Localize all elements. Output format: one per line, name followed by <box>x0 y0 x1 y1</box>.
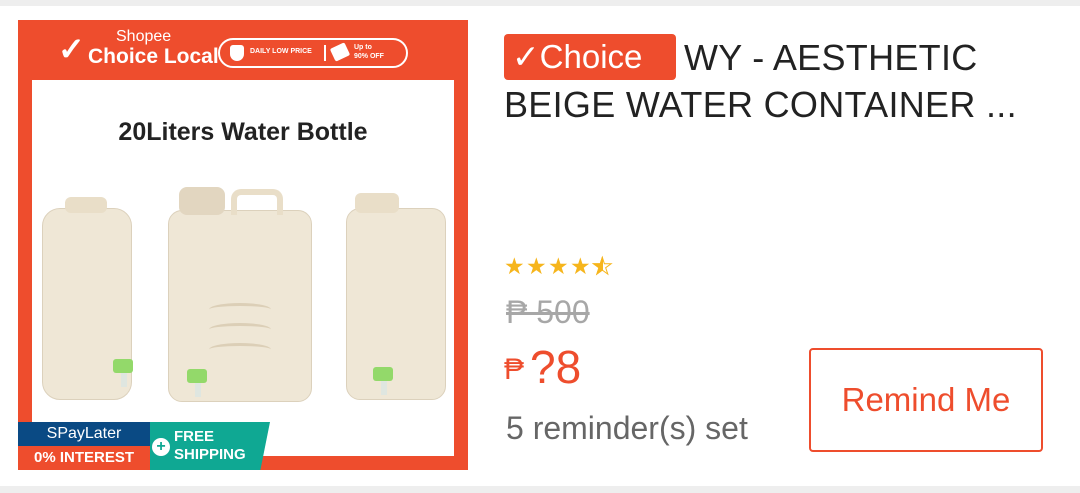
promo-right-line2: 90% OFF <box>354 53 384 60</box>
image-title: 20Liters Water Bottle <box>118 118 368 146</box>
promo-right-line1: Up to <box>354 44 372 51</box>
bottle-wave <box>209 303 271 316</box>
bottle-wave <box>209 323 271 336</box>
free-shipping-badge: + FREE SHIPPING <box>150 422 270 470</box>
original-price: ₱ 500 <box>506 294 590 330</box>
star-half-icon: ★ <box>592 253 614 280</box>
bottle-tap <box>113 359 133 373</box>
bottle-handle <box>231 189 283 215</box>
promo-pill: DAILY LOW PRICE Up to 90% OFF <box>218 38 408 68</box>
product-title[interactable]: WY - AESTHETIC BEIGE WATER CONTAINER ... <box>504 34 1064 128</box>
free-shipping-label: FREE SHIPPING <box>174 428 246 464</box>
sale-price: ₱ ?8 <box>504 340 581 394</box>
check-icon: ✓ <box>58 31 85 67</box>
star-icon: ★ <box>548 253 569 279</box>
bottle-cap <box>355 193 399 213</box>
bottle-side-view <box>42 197 133 400</box>
bottle-cap <box>179 187 225 215</box>
currency-symbol: ₱ <box>504 353 525 386</box>
brand-main-label: Choice Local <box>88 45 219 68</box>
brand-top-label: Shopee <box>116 28 172 45</box>
reminders-count: 5 reminder(s) set <box>506 410 748 446</box>
bottle-front-view <box>168 187 312 402</box>
product-image-panel: 20Liters Water Bottle <box>32 80 454 456</box>
product-title-line2: BEIGE WATER CONTAINER ... <box>504 84 1017 125</box>
remind-me-button[interactable]: Remind Me <box>809 348 1043 452</box>
bottle-tap-spout <box>381 381 387 395</box>
bottle-tap-spout <box>195 383 201 397</box>
price-value: ?8 <box>530 341 582 393</box>
bottle-wave <box>209 343 271 356</box>
shield-icon <box>230 45 244 61</box>
promo-separator <box>324 45 326 61</box>
bottle-angle-view <box>346 193 446 400</box>
star-icon: ★ <box>570 253 591 279</box>
bottle-tap <box>187 369 207 383</box>
top-divider <box>0 0 1080 6</box>
bottle-tap <box>373 367 393 381</box>
star-icon: ★ <box>504 253 525 279</box>
product-image[interactable]: ✓ Shopee Choice Local DAILY LOW PRICE Up… <box>18 20 468 470</box>
free-shipping-line2: SHIPPING <box>174 446 246 463</box>
spaylater-interest-label: 0% INTEREST <box>18 446 150 470</box>
promo-right-label: Up to 90% OFF <box>354 43 384 61</box>
product-title-line1: WY - AESTHETIC <box>684 37 978 78</box>
spaylater-badge: SPayLater 0% INTEREST <box>18 422 150 470</box>
bottom-divider <box>0 486 1080 493</box>
spaylater-label: SPayLater <box>46 425 122 442</box>
bottle-tap-spout <box>121 373 127 387</box>
rating-stars: ★★★★★ <box>504 252 614 280</box>
bottle-cap <box>65 197 107 213</box>
tag-icon <box>329 42 351 62</box>
star-icon: ★ <box>526 253 547 279</box>
promo-left-label: DAILY LOW PRICE <box>250 48 312 55</box>
plus-icon: + <box>152 438 170 456</box>
free-shipping-line1: FREE <box>174 428 215 445</box>
